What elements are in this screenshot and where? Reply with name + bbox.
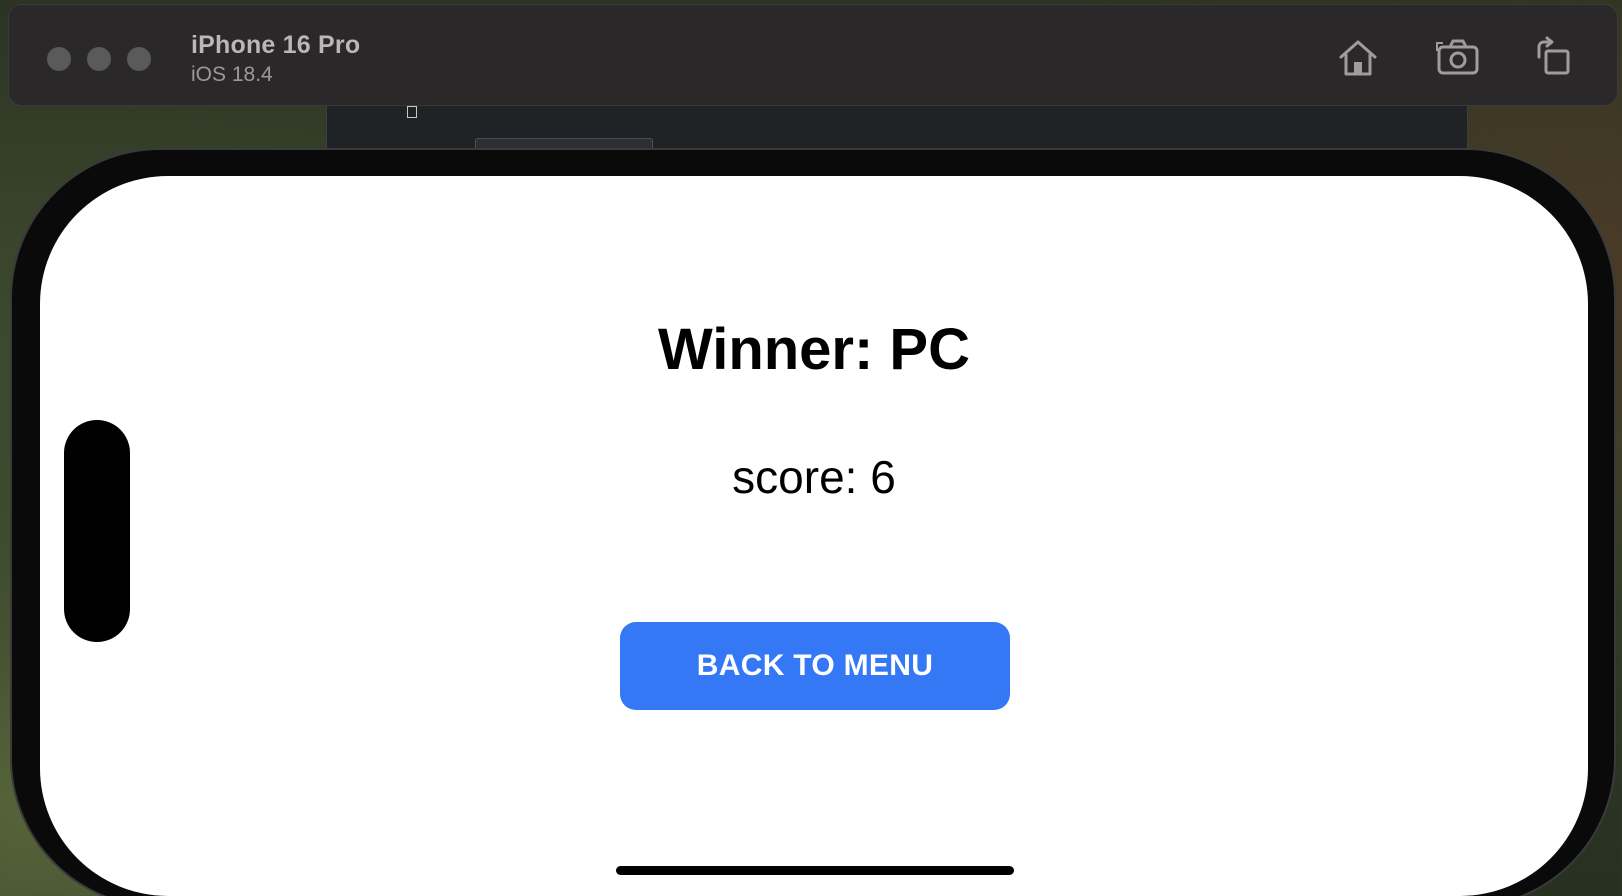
os-version: iOS 18.4 xyxy=(191,63,273,86)
home-icon xyxy=(1339,40,1377,76)
window-minimize-button[interactable] xyxy=(87,47,111,71)
back-to-menu-button[interactable]: BACK TO MENU xyxy=(620,622,1010,710)
home-button[interactable] xyxy=(1335,35,1381,81)
device-name: iPhone 16 Pro xyxy=(191,31,361,59)
screenshot-button[interactable] xyxy=(1435,35,1481,81)
simulator-title-bar: iPhone 16 Pro iOS 18.4 xyxy=(8,4,1618,106)
home-indicator[interactable] xyxy=(616,866,1014,875)
window-zoom-button[interactable] xyxy=(127,47,151,71)
window-close-button[interactable] xyxy=(47,47,71,71)
rotate-icon xyxy=(1537,36,1570,75)
screenshot-camera-icon xyxy=(1436,39,1479,75)
iphone-screen: Winner: PC score: 6 BACK TO MENU xyxy=(40,176,1588,896)
background-window-marker xyxy=(407,106,417,118)
winner-title: Winner: PC xyxy=(657,317,971,382)
rotate-button[interactable] xyxy=(1531,35,1577,81)
score-text: score: 6 xyxy=(732,451,896,503)
